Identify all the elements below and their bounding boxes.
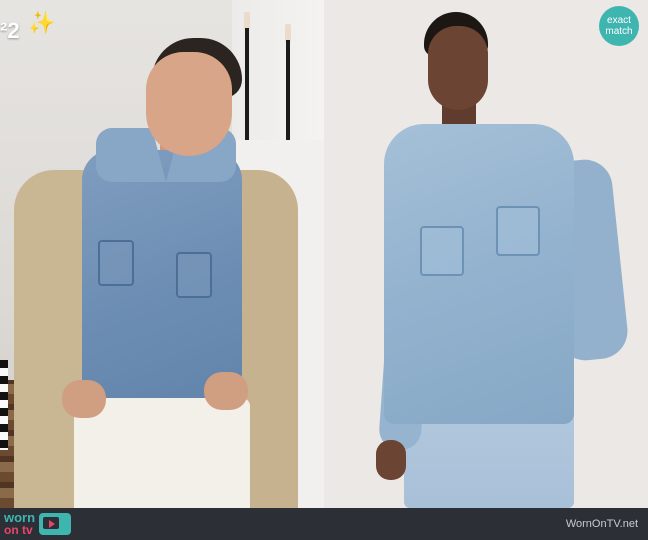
shirt-pocket (176, 252, 212, 298)
denim-shirt-right (384, 124, 574, 424)
shirt-pocket (420, 226, 464, 276)
face (146, 52, 232, 156)
left-photo: ²2 ✨ (0, 0, 324, 508)
shirt-pocket (496, 206, 540, 256)
exact-match-badge: exact match (599, 6, 639, 46)
story-text: ²2 (0, 18, 20, 43)
wornontv-logo[interactable]: worn on tv (4, 511, 72, 537)
logo-ontv: on tv (4, 523, 33, 537)
person-left (0, 0, 324, 508)
shirt-pocket (98, 240, 134, 286)
hand (376, 440, 406, 480)
sparkles-icon: ✨ (28, 10, 56, 35)
hand (62, 380, 106, 418)
tv-icon (39, 513, 72, 535)
right-photo (324, 0, 648, 508)
footer-bar: worn on tv WornOnTV.net (0, 508, 648, 540)
page: ²2 ✨ exact match worn on tv WornOnTV.net (0, 0, 648, 540)
badge-line-2: match (605, 26, 633, 37)
face (428, 26, 488, 110)
site-url[interactable]: WornOnTV.net (566, 518, 638, 530)
badge-line-1: exact (607, 15, 631, 26)
logo-text: worn on tv (4, 511, 35, 537)
white-jeans (74, 398, 250, 508)
hand (204, 372, 248, 410)
